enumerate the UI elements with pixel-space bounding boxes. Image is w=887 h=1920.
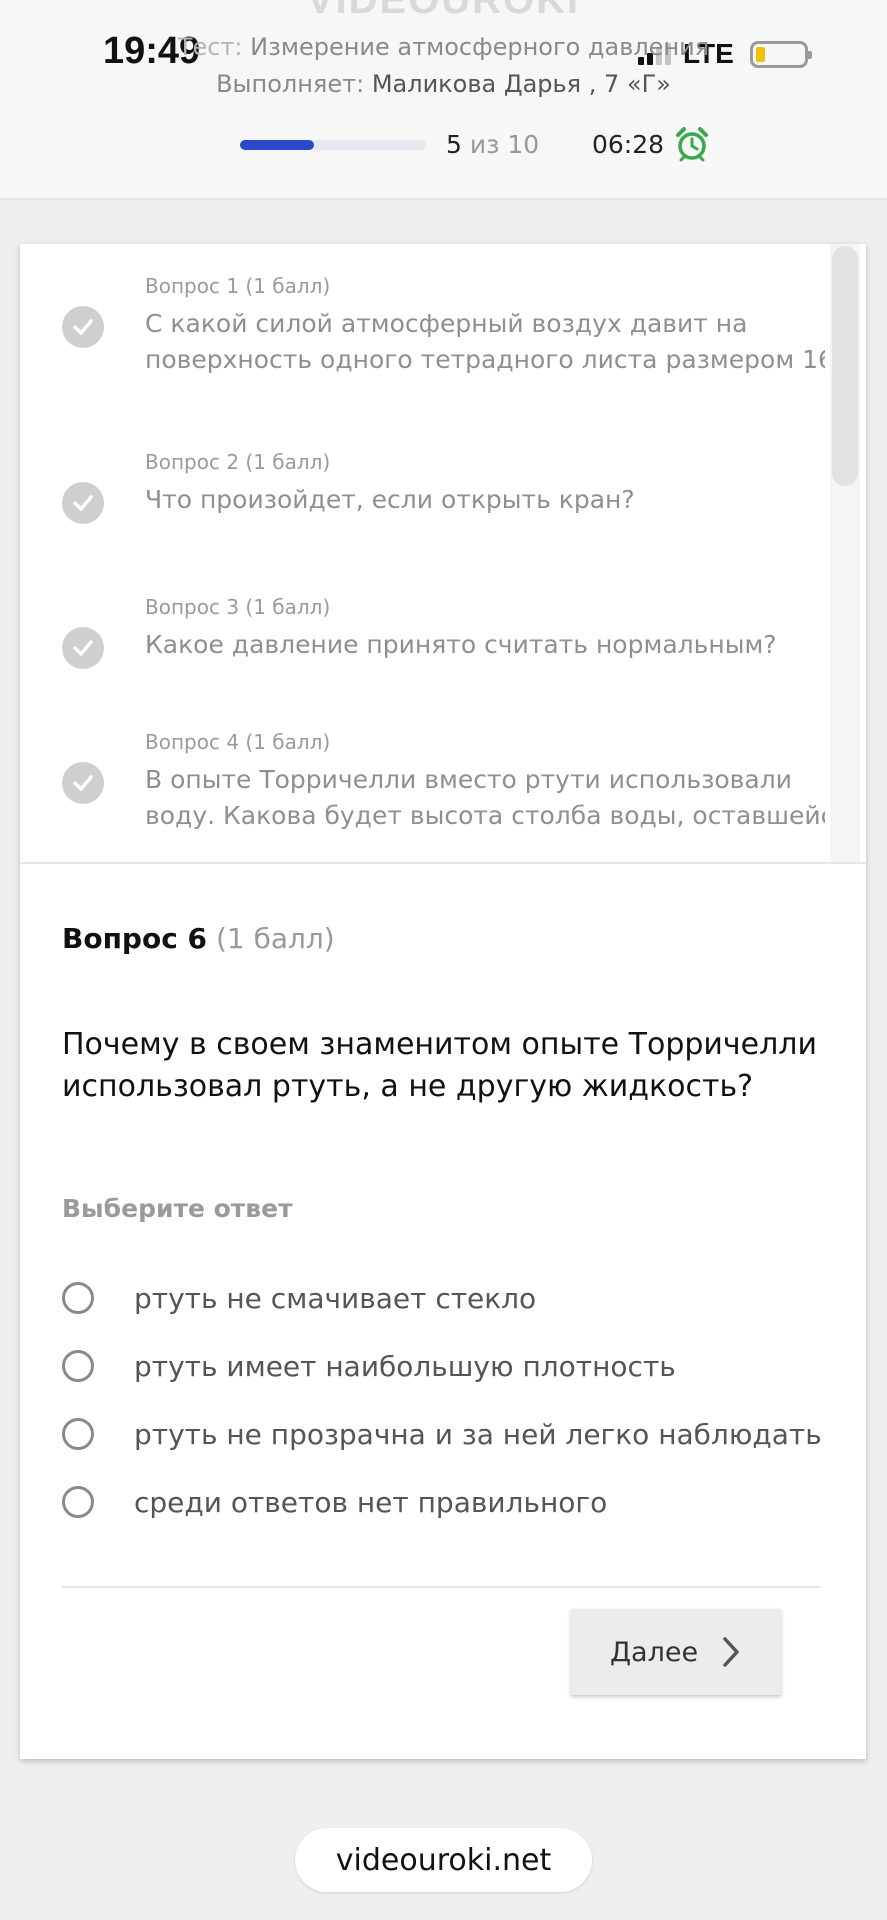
list-item-question-4[interactable]: Вопрос 4 (1 балл) В опыте Торричелли вме… bbox=[20, 724, 830, 862]
answer-option-label: ртуть не смачивает стекло bbox=[134, 1281, 537, 1315]
question-text: Какое давление принято считать нормальны… bbox=[145, 627, 825, 663]
answer-option-2[interactable]: ртуть имеет наибольшую плотность bbox=[62, 1346, 842, 1386]
question-text-line: поверхность одного тетрадного листа разм… bbox=[145, 345, 825, 374]
question-meta: Вопрос 4 (1 балл) bbox=[145, 730, 331, 754]
performer-line: Выполняет: Маликова Дарья , 7 «Г» bbox=[0, 70, 887, 98]
radio-button[interactable] bbox=[62, 1486, 94, 1518]
question-text: В опыте Торричелли вместо ртути использо… bbox=[145, 762, 825, 834]
site-logo: VIDEOUROKI bbox=[306, 0, 581, 22]
question-text-line: Какое давление принято считать нормальны… bbox=[145, 630, 777, 659]
performer-name: Маликова Дарья , 7 «Г» bbox=[371, 70, 671, 98]
answer-option-label: ртуть не прозрачна и за ней легко наблюд… bbox=[134, 1417, 822, 1451]
chevron-right-icon bbox=[723, 1637, 739, 1667]
check-icon bbox=[62, 627, 104, 669]
check-icon bbox=[62, 306, 104, 348]
answer-option-3[interactable]: ртуть не прозрачна и за ней легко наблюд… bbox=[62, 1414, 842, 1454]
test-title-prefix: Тест: bbox=[177, 33, 243, 61]
question-meta: Вопрос 3 (1 балл) bbox=[145, 595, 331, 619]
answer-option-label: среди ответов нет правильного bbox=[134, 1485, 608, 1519]
progress-counter: 5 из 10 bbox=[446, 130, 539, 159]
radio-button[interactable] bbox=[62, 1282, 94, 1314]
answer-option-4[interactable]: среди ответов нет правильного bbox=[62, 1482, 842, 1522]
question-text: С какой силой атмосферный воздух давит н… bbox=[145, 306, 825, 378]
answer-option-1[interactable]: ртуть не смачивает стекло bbox=[62, 1278, 842, 1318]
check-icon bbox=[62, 762, 104, 804]
answer-prompt: Выберите ответ bbox=[62, 1194, 293, 1223]
browser-url-pill[interactable]: videouroki.net bbox=[295, 1828, 592, 1892]
timer: 06:28 bbox=[592, 130, 665, 159]
list-item-question-3[interactable]: Вопрос 3 (1 балл) Какое давление принято… bbox=[20, 589, 830, 709]
test-title-name: Измерение атмосферного давления bbox=[250, 33, 710, 61]
next-button[interactable]: Далее bbox=[571, 1609, 781, 1695]
progress-separator: из bbox=[469, 130, 500, 159]
progress-current: 5 bbox=[446, 130, 462, 159]
next-button-label: Далее bbox=[609, 1636, 699, 1668]
progress-fill bbox=[240, 140, 315, 150]
question-card: Вопрос 1 (1 балл) С какой силой атмосфер… bbox=[20, 244, 866, 1759]
question-text-line: Что произойдет, если открыть кран? bbox=[145, 485, 635, 514]
progress-bar bbox=[240, 140, 426, 150]
question-text-line: В опыте Торричелли вместо ртути использо… bbox=[145, 765, 792, 794]
alarm-clock-icon bbox=[676, 127, 708, 162]
test-title: Тест: Измерение атмосферного давления bbox=[0, 33, 887, 61]
radio-button[interactable] bbox=[62, 1418, 94, 1450]
current-question-title: Вопрос 6 bbox=[62, 922, 208, 955]
question-text-line: воду. Какова будет высота столба воды, о… bbox=[145, 801, 825, 830]
current-question-points: (1 балл) bbox=[215, 922, 335, 955]
list-item-question-2[interactable]: Вопрос 2 (1 балл) Что произойдет, если о… bbox=[20, 444, 830, 564]
question-meta: Вопрос 2 (1 балл) bbox=[145, 450, 331, 474]
radio-button[interactable] bbox=[62, 1350, 94, 1382]
list-item-question-1[interactable]: Вопрос 1 (1 балл) С какой силой атмосфер… bbox=[20, 244, 830, 404]
scrollbar-thumb[interactable] bbox=[832, 246, 858, 486]
question-text: Что произойдет, если открыть кран? bbox=[145, 482, 825, 518]
question-meta: Вопрос 1 (1 балл) bbox=[145, 274, 331, 298]
check-icon bbox=[62, 482, 104, 524]
performer-label: Выполняет: bbox=[216, 70, 365, 98]
divider bbox=[62, 1586, 820, 1588]
answer-option-label: ртуть имеет наибольшую плотность bbox=[134, 1349, 676, 1383]
current-question-text: Почему в своем знаменитом опыте Торричел… bbox=[62, 1027, 817, 1104]
question-text-line: С какой силой атмосферный воздух давит н… bbox=[145, 309, 748, 338]
current-question-header: Вопрос 6 (1 балл) bbox=[62, 922, 335, 955]
progress-total: 10 bbox=[507, 130, 540, 159]
answered-questions-list[interactable]: Вопрос 1 (1 балл) С какой силой атмосфер… bbox=[20, 244, 866, 864]
test-header: VIDEOUROKI 19:49 LTE Тест: Измерение атм… bbox=[0, 0, 887, 200]
